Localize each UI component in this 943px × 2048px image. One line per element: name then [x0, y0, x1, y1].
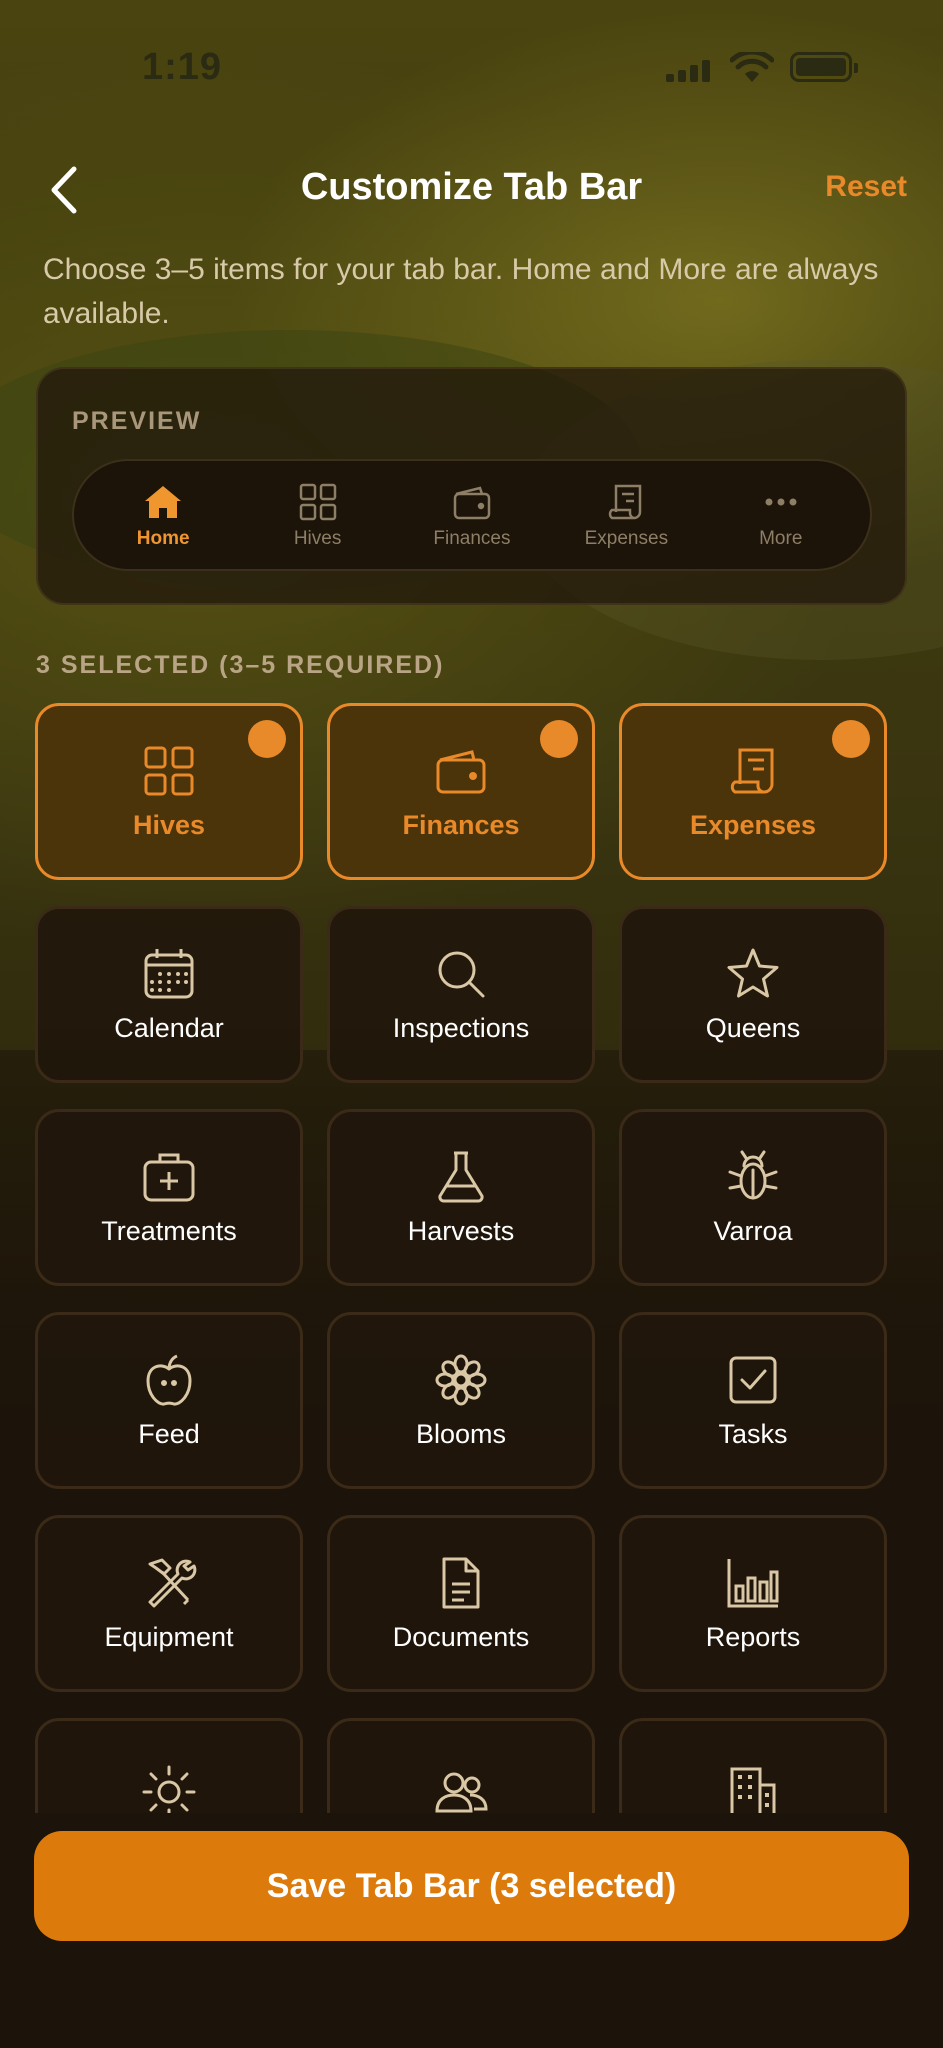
medkit-icon: [143, 1153, 195, 1202]
tile-documents[interactable]: Documents: [327, 1515, 595, 1692]
tile-harvests[interactable]: Harvests: [327, 1109, 595, 1286]
receipt-icon: [730, 748, 774, 794]
search-icon: [438, 951, 485, 998]
preview-tab-bar: Home Hives Finances Expenses More: [72, 459, 872, 571]
preview-tab-finances: Finances: [397, 480, 547, 550]
tile-apiaries[interactable]: [619, 1718, 887, 1813]
save-tab-bar-button[interactable]: Save Tab Bar (3 selected): [34, 1831, 909, 1941]
bar-chart-icon: [727, 1559, 779, 1608]
tile-inspections[interactable]: Inspections: [327, 906, 595, 1083]
checkmark-icon: [550, 732, 568, 746]
checkbox-icon: [729, 1356, 777, 1404]
preview-tab-more: More: [706, 480, 856, 550]
people-icon: [435, 1772, 488, 1813]
page-title: Customize Tab Bar: [300, 166, 643, 208]
wallet-icon: [436, 750, 486, 794]
grid-icon: [299, 483, 336, 521]
checkmark-badge: [248, 720, 286, 758]
tile-weather[interactable]: [35, 1718, 303, 1813]
status-time: 1:19: [142, 46, 223, 88]
tile-queens[interactable]: Queens: [619, 906, 887, 1083]
tile-expenses[interactable]: Expenses: [619, 703, 887, 880]
status-bar: 1:19: [0, 0, 943, 140]
apple-icon: [146, 1354, 192, 1406]
tile-varroa[interactable]: Varroa: [619, 1109, 887, 1286]
tile-reports[interactable]: Reports: [619, 1515, 887, 1692]
checkmark-icon: [842, 732, 860, 746]
wifi-icon: [730, 52, 774, 82]
tile-blooms[interactable]: Blooms: [327, 1312, 595, 1489]
bug-icon: [728, 1150, 778, 1200]
preview-tab-home: Home: [88, 480, 238, 550]
checkmark-badge: [540, 720, 578, 758]
grid-icon: [144, 746, 194, 796]
checkmark-badge: [832, 720, 870, 758]
receipt-icon: [609, 484, 642, 520]
reset-button[interactable]: Reset: [825, 170, 907, 204]
tile-team[interactable]: [327, 1718, 595, 1813]
building-icon: [730, 1767, 776, 1813]
flask-icon: [438, 1151, 484, 1203]
item-grid: Hives Finances Expenses Calendar Inspect…: [0, 695, 943, 1813]
tile-treatments[interactable]: Treatments: [35, 1109, 303, 1286]
preview-label: PREVIEW: [72, 407, 202, 435]
checkmark-icon: [258, 732, 276, 746]
tile-calendar[interactable]: Calendar: [35, 906, 303, 1083]
cellular-signal-icon: [666, 60, 710, 82]
wallet-icon: [453, 486, 491, 520]
tile-tasks[interactable]: Tasks: [619, 1312, 887, 1489]
selection-count-label: 3 SELECTED (3–5 REQUIRED): [36, 651, 445, 679]
battery-icon: [790, 52, 858, 82]
tile-feed[interactable]: Feed: [35, 1312, 303, 1489]
preview-card: PREVIEW Home Hives Finances Expenses Mor…: [36, 367, 907, 605]
sun-icon: [142, 1765, 196, 1813]
preview-tab-hives: Hives: [243, 480, 393, 550]
document-icon: [442, 1557, 480, 1609]
ellipsis-icon: [765, 498, 797, 506]
tools-icon: [148, 1558, 197, 1608]
tile-equipment[interactable]: Equipment: [35, 1515, 303, 1692]
tile-finances[interactable]: Finances: [327, 703, 595, 880]
home-icon: [145, 486, 182, 518]
tile-hives[interactable]: Hives: [35, 703, 303, 880]
calendar-icon: [144, 949, 194, 999]
page-subtitle: Choose 3–5 items for your tab bar. Home …: [43, 253, 879, 330]
flower-icon: [435, 1354, 487, 1406]
preview-tab-expenses: Expenses: [551, 480, 701, 550]
star-icon: [727, 948, 779, 998]
